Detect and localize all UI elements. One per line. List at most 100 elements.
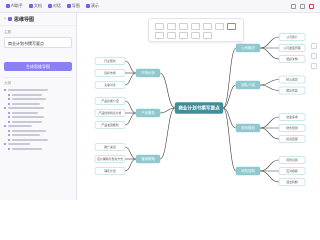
layout-icon[interactable] — [226, 23, 236, 30]
outline-text — [7, 107, 44, 110]
leaf-node-label: 产品发展规划 — [101, 122, 118, 127]
tab-mindmap[interactable]: 导图 — [66, 3, 80, 9]
bullet-icon — [4, 125, 6, 128]
assistant-icon — [6, 4, 10, 8]
style-icon[interactable] — [214, 23, 224, 30]
connector-line — [159, 72, 176, 109]
connector-line — [259, 170, 280, 183]
connector-line — [259, 47, 280, 60]
tab-label: 文档 — [33, 3, 42, 8]
redo-icon[interactable] — [166, 23, 176, 30]
delete-icon[interactable] — [202, 23, 212, 30]
branch-node-label: 财务规划 — [241, 125, 255, 130]
sidebar-title: 思维导图 — [14, 16, 35, 23]
tab-slides[interactable]: 演示 — [85, 3, 99, 9]
connector-line — [259, 159, 280, 172]
mindmap-icon — [8, 17, 12, 21]
tab-document[interactable]: 文档 — [28, 3, 42, 9]
leaf-node-label: 财务预测 — [286, 125, 298, 130]
bullet-icon — [8, 102, 10, 105]
maximize-icon[interactable] — [300, 4, 305, 9]
bullet-icon — [8, 98, 10, 101]
outline-text — [11, 98, 46, 101]
settings-icon[interactable] — [311, 63, 317, 69]
bullet-icon — [8, 93, 10, 96]
leaf-node-label: 投资回报 — [286, 136, 298, 141]
leaf-node-label: 产品功能介绍 — [101, 98, 118, 103]
generate-button[interactable]: 生成思维导图 — [4, 62, 72, 71]
outline-view-icon[interactable] — [311, 53, 317, 59]
outline-text — [11, 134, 40, 137]
leaf-node-label: 风险识别 — [286, 157, 298, 162]
leaf-node-label: 产品优势特点分析 — [98, 110, 121, 115]
connector-line — [124, 72, 137, 86]
sidebar: ‹ 思维导图 主题 商业计划书撰写要点 生成思维导图 大纲 — [0, 13, 77, 200]
leaf-node-label: 核心成员 — [286, 77, 298, 82]
mindmap-icon — [66, 4, 71, 8]
outline-text — [11, 116, 44, 119]
export-icon[interactable] — [166, 32, 176, 39]
leaf-node-label: 团队优势 — [286, 88, 298, 93]
undo-icon[interactable] — [154, 23, 164, 30]
bullet-icon — [8, 116, 10, 119]
outline-label: 大纲 — [4, 81, 11, 85]
leaf-node-label: 定价策略与盈利方式 — [97, 156, 123, 161]
branch-node-label: 产品服务 — [141, 110, 155, 115]
leaf-node-label: 竞争对手 — [104, 82, 116, 87]
branch-node-label: 团队介绍 — [241, 82, 255, 87]
add-node-icon[interactable] — [178, 23, 188, 30]
leaf-node-label: 公司简介 — [286, 34, 298, 39]
branch-node-label: 风险控制 — [241, 168, 255, 173]
leaf-node-label: 组织架构 — [286, 56, 298, 61]
bullet-icon — [4, 89, 6, 92]
connector-line — [259, 116, 280, 129]
topic-input[interactable]: 商业计划书撰写要点 — [4, 37, 72, 48]
tab-chat[interactable]: 对话 — [47, 3, 61, 9]
tab-label: 演示 — [90, 3, 99, 8]
leaf-node-label: 行业现状 — [104, 58, 116, 63]
add-child-icon[interactable] — [190, 23, 200, 30]
leaf-node-label: 资金需求 — [286, 114, 298, 119]
topic-label: 主题 — [4, 30, 11, 34]
minimize-icon[interactable] — [291, 4, 296, 9]
outline-list — [4, 88, 72, 151]
sidebar-header: ‹ 思维导图 — [0, 13, 76, 26]
bullet-icon — [8, 129, 10, 132]
connector-line — [124, 60, 137, 74]
fullscreen-icon[interactable] — [311, 43, 317, 49]
outline-text — [11, 102, 40, 105]
document-icon — [28, 4, 33, 8]
tab-assistant[interactable]: AI助手 — [6, 3, 23, 9]
leaf-node-label: 应对措施 — [286, 168, 298, 173]
outline-text — [7, 89, 48, 92]
connector-line — [124, 100, 137, 114]
leaf-node-label: 公司发展历程 — [283, 45, 300, 50]
mindmap-canvas[interactable]: 行业现状 目标市场 竞争对手 市场分析 产品功能介绍 产品优势特点分析 产品发展规划 产品服务… — [78, 13, 320, 200]
outline-text — [11, 129, 46, 132]
bullet-icon — [4, 107, 6, 110]
bullet-icon — [4, 143, 6, 146]
theme-icon[interactable] — [154, 32, 164, 39]
window-controls — [287, 4, 314, 9]
outline-text — [7, 143, 30, 146]
outline-text — [11, 93, 42, 96]
connector-line — [124, 146, 137, 160]
connector-line — [222, 47, 237, 109]
branch-node-label: 营销策略 — [141, 156, 155, 161]
close-icon[interactable] — [309, 4, 314, 9]
tab-label: 导图 — [71, 3, 80, 8]
fit-icon[interactable] — [202, 32, 212, 39]
outline-item[interactable] — [4, 147, 72, 152]
zoom-in-icon[interactable] — [178, 32, 188, 39]
outline-text — [11, 111, 38, 114]
connector-line — [259, 84, 280, 91]
zoom-out-icon[interactable] — [190, 32, 200, 39]
outline-text — [11, 147, 42, 150]
back-arrow-icon[interactable]: ‹ — [4, 16, 6, 22]
root-node-label: 商业计划书撰写要点 — [178, 105, 220, 112]
leaf-node-label: 销售计划 — [104, 168, 116, 173]
top-bar: AI助手 文档 对话 导图 演示 — [0, 0, 320, 13]
bullet-icon — [8, 111, 10, 114]
chat-icon — [47, 4, 52, 8]
right-rail — [311, 43, 317, 73]
